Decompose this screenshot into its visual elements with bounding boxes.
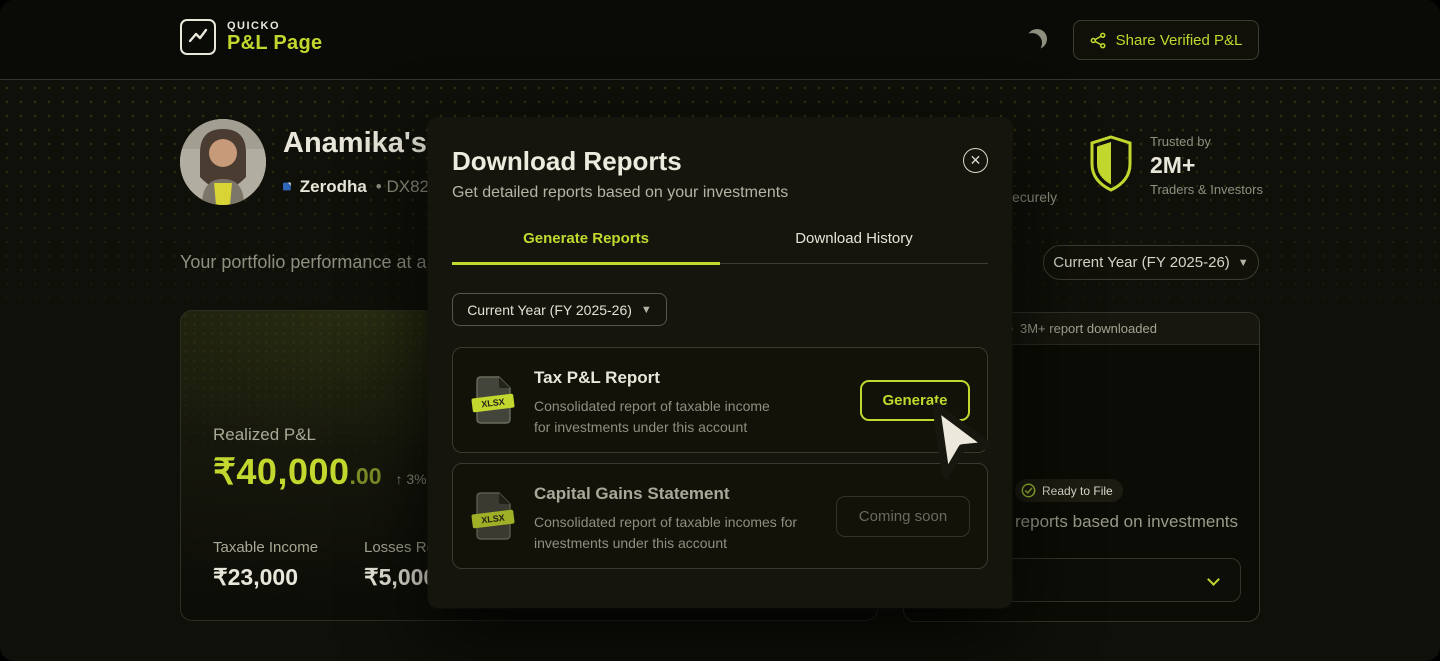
xlsx-file-icon: XLSX: [471, 492, 515, 540]
modal-subtitle: Get detailed reports based on your inves…: [452, 184, 789, 201]
reports-caption: reports based on investments: [1015, 512, 1239, 531]
download-reports-modal: Download Reports ✕ Get detailed reports …: [428, 118, 1012, 608]
banner-text: 3M+ report downloaded: [1020, 321, 1157, 336]
losses-label: Losses Re: [364, 539, 430, 556]
broker-row: Zerodha • DX82: [283, 174, 429, 199]
report-description: Consolidated report of taxable incomes f…: [534, 514, 798, 551]
report-title: Capital Gains Statement: [534, 484, 730, 503]
losses-metric: Losses Re ₹5,000: [364, 539, 430, 591]
xlsx-file-icon: XLSX: [471, 376, 515, 424]
portfolio-caption: Your portfolio performance at a glance: [180, 252, 428, 272]
taxable-income-label: Taxable Income: [213, 539, 319, 556]
caret-down-icon: ▼: [640, 303, 652, 316]
ready-badge-label: Ready to File: [1042, 483, 1113, 498]
broker-name: Zerodha: [299, 176, 367, 196]
chevron-down-icon: [1207, 573, 1220, 586]
losses-value: ₹5,000: [364, 564, 430, 590]
coming-soon-button[interactable]: Coming soon: [836, 496, 970, 537]
brand-product: P&L Page: [227, 31, 323, 54]
realized-amount: ₹40,000 .00 ↑ 3%: [213, 451, 427, 493]
share-icon: [1090, 32, 1106, 48]
trusted-audience: Traders & Investors: [1150, 182, 1263, 197]
report-row-tax-pnl: XLSX Tax P&L Report Consolidated report …: [452, 347, 988, 453]
zerodha-logo-icon: [283, 182, 291, 191]
close-icon[interactable]: ✕: [963, 148, 988, 173]
trusted-by-block: Trusted by 2M+ Traders & Investors: [1088, 134, 1263, 197]
taxable-income-metric: Taxable Income ₹23,000: [213, 539, 318, 591]
profile-name: Anamika's P: [283, 127, 429, 159]
tab-download-history[interactable]: Download History: [720, 230, 988, 265]
change-percent: ↑ 3%: [395, 471, 427, 487]
generate-button[interactable]: Generate: [860, 380, 970, 421]
modal-year-dropdown[interactable]: Current Year (FY 2025-26) ▼: [452, 293, 667, 326]
year-filter-dropdown[interactable]: Current Year (FY 2025-26) ▼: [1043, 245, 1259, 280]
report-description: Consolidated report of taxable income fo…: [534, 398, 770, 435]
share-button-label: Share Verified P&L: [1115, 31, 1243, 49]
trusted-by-label: Trusted by: [1150, 134, 1211, 149]
taxable-income-value: ₹23,000: [213, 564, 298, 590]
check-circle-icon: [1021, 483, 1036, 498]
brand-text: QUICKO P&L Page: [227, 20, 322, 55]
share-verified-pnl-button[interactable]: Share Verified P&L: [1073, 20, 1259, 60]
caret-down-icon: ▼: [1237, 256, 1249, 269]
report-row-capital-gains: XLSX Capital Gains Statement Consolidate…: [452, 463, 988, 569]
modal-tabs: Generate Reports Download History: [452, 230, 988, 265]
avatar: [180, 119, 266, 205]
shield-icon: [1090, 135, 1132, 192]
tab-generate-reports[interactable]: Generate Reports: [452, 230, 720, 265]
amount-main: ₹40,000: [213, 451, 350, 492]
top-navbar: QUICKO P&L Page Share Verified P&L: [0, 0, 1440, 80]
partial-tagline-text: ecurely: [1012, 189, 1058, 205]
year-filter-value: Current Year (FY 2025-26): [1053, 254, 1230, 271]
report-title: Tax P&L Report: [534, 368, 660, 387]
realized-pnl-label: Realized P&L: [213, 425, 317, 444]
trusted-count: 2M+: [1150, 152, 1196, 178]
brand-logo: QUICKO P&L Page: [180, 19, 322, 55]
chart-logo-icon: [180, 19, 216, 55]
app-window: QUICKO P&L Page Share Verified P&L Anami…: [0, 0, 1440, 661]
modal-title: Download Reports: [452, 146, 682, 176]
brand-company: QUICKO: [227, 19, 280, 32]
dark-mode-moon-icon[interactable]: [1027, 29, 1047, 49]
modal-year-value: Current Year (FY 2025-26): [467, 301, 632, 318]
ready-to-file-badge: Ready to File: [1015, 479, 1123, 502]
amount-decimal: .00: [349, 463, 382, 489]
broker-account: • DX82: [375, 176, 429, 196]
